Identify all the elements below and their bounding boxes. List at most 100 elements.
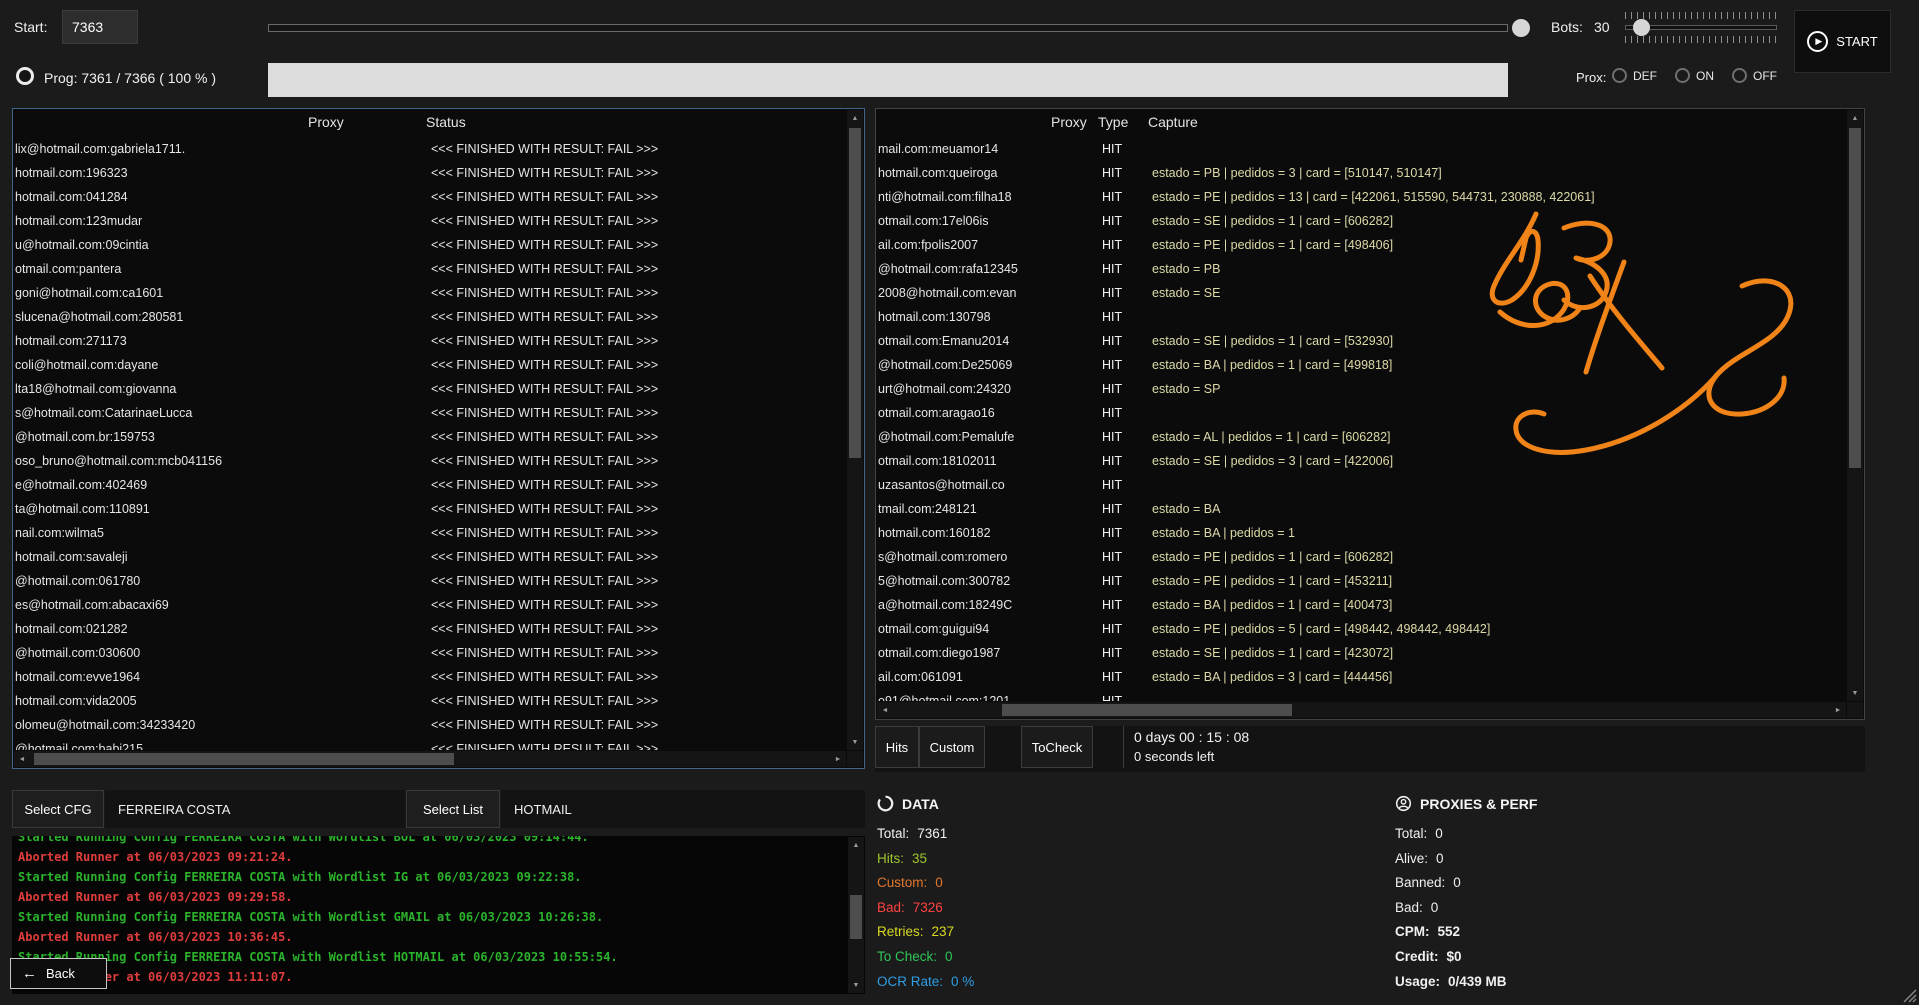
fail-row[interactable]: hotmail.com:123mudar <<< FINISHED WITH R…	[15, 209, 846, 233]
scroll-up-icon[interactable]: ▲	[847, 110, 863, 126]
scrollbar-thumb[interactable]	[850, 895, 862, 939]
hit-row[interactable]: uzasantos@hotmail.co HIT	[878, 473, 1846, 497]
hit-row[interactable]: otmail.com:aragao16 HIT	[878, 401, 1846, 425]
scroll-down-icon[interactable]: ▼	[1847, 685, 1863, 701]
scroll-down-icon[interactable]: ▼	[847, 734, 863, 750]
proxy-mode-off[interactable]: OFF	[1732, 68, 1777, 83]
column-header-proxy[interactable]: Proxy	[1051, 114, 1087, 130]
hit-row[interactable]: 2008@hotmail.com:evan HIT estado = SE	[878, 281, 1846, 305]
fail-row[interactable]: nail.com:wilma5 <<< FINISHED WITH RESULT…	[15, 521, 846, 545]
hit-row[interactable]: @hotmail.com:rafa12345 HIT estado = PB	[878, 257, 1846, 281]
scrollbar-thumb[interactable]	[34, 753, 454, 765]
back-button[interactable]: ← Back	[10, 958, 107, 989]
hit-row[interactable]: ail.com:061091 HIT estado = BA | pedidos…	[878, 665, 1846, 689]
fail-row[interactable]: goni@hotmail.com:ca1601 <<< FINISHED WIT…	[15, 281, 846, 305]
fail-row[interactable]: lix@hotmail.com:gabriela1711. <<< FINISH…	[15, 137, 846, 161]
column-header-capture[interactable]: Capture	[1148, 114, 1198, 130]
fail-row[interactable]: @hotmail.com:babi215 <<< FINISHED WITH R…	[15, 737, 846, 750]
hit-row[interactable]: ail.com:fpolis2007 HIT estado = PE | ped…	[878, 233, 1846, 257]
hit-list-vertical-scrollbar[interactable]: ▲ ▼	[1847, 110, 1863, 701]
fail-row[interactable]: olomeu@hotmail.com:34233420 <<< FINISHED…	[15, 713, 846, 737]
fail-row[interactable]: e@hotmail.com:402469 <<< FINISHED WITH R…	[15, 473, 846, 497]
fail-list-vertical-scrollbar[interactable]: ▲ ▼	[847, 110, 863, 750]
hit-row[interactable]: nti@hotmail.com:filha18 HIT estado = PE …	[878, 185, 1846, 209]
stat-value: 237	[932, 920, 955, 945]
select-cfg-button[interactable]: Select CFG	[12, 790, 104, 828]
hit-row[interactable]: o91@hotmail.com:1201 HIT	[878, 689, 1846, 701]
hit-row[interactable]: otmail.com:Emanu2014 HIT estado = SE | p…	[878, 329, 1846, 353]
progress-slider-thumb[interactable]	[1512, 19, 1530, 37]
hit-row[interactable]: hotmail.com:130798 HIT	[878, 305, 1846, 329]
bots-slider[interactable]	[1625, 12, 1777, 43]
scrollbar-thumb[interactable]	[1002, 704, 1292, 716]
radio-icon[interactable]	[1612, 68, 1627, 83]
radio-icon[interactable]	[1675, 68, 1690, 83]
column-header-status[interactable]: Status	[426, 114, 466, 130]
resize-grip[interactable]	[1902, 988, 1917, 1003]
fail-row[interactable]: hotmail.com:vida2005 <<< FINISHED WITH R…	[15, 689, 846, 713]
status-text: <<< FINISHED WITH RESULT: FAIL >>>	[431, 137, 846, 161]
fail-row[interactable]: oso_bruno@hotmail.com:mcb041156 <<< FINI…	[15, 449, 846, 473]
hit-row[interactable]: otmail.com:18102011 HIT estado = SE | pe…	[878, 449, 1846, 473]
hit-row[interactable]: s@hotmail.com:romero HIT estado = PE | p…	[878, 545, 1846, 569]
fail-row[interactable]: ta@hotmail.com:110891 <<< FINISHED WITH …	[15, 497, 846, 521]
scroll-right-icon[interactable]: ►	[1830, 702, 1846, 718]
scroll-up-icon[interactable]: ▲	[848, 837, 864, 853]
hit-row[interactable]: tmail.com:248121 HIT estado = BA	[878, 497, 1846, 521]
tab-tocheck[interactable]: ToCheck	[1021, 726, 1093, 768]
fail-row[interactable]: hotmail.com:savaleji <<< FINISHED WITH R…	[15, 545, 846, 569]
hit-row[interactable]: @hotmail.com:Pemalufe HIT estado = AL | …	[878, 425, 1846, 449]
hit-list-horizontal-scrollbar[interactable]: ◄ ►	[877, 702, 1846, 718]
fail-row[interactable]: hotmail.com:evve1964 <<< FINISHED WITH R…	[15, 665, 846, 689]
fail-row[interactable]: es@hotmail.com:abacaxi69 <<< FINISHED WI…	[15, 593, 846, 617]
start-button[interactable]: ▶ START	[1794, 10, 1891, 73]
fail-row[interactable]: hotmail.com:196323 <<< FINISHED WITH RES…	[15, 161, 846, 185]
fail-row[interactable]: u@hotmail.com:09cintia <<< FINISHED WITH…	[15, 233, 846, 257]
stat-label: Total:	[877, 822, 909, 847]
result-type: HIT	[1080, 449, 1152, 473]
hit-row[interactable]: a@hotmail.com:18249C HIT estado = BA | p…	[878, 593, 1846, 617]
hit-row[interactable]: otmail.com:guigui94 HIT estado = PE | pe…	[878, 617, 1846, 641]
combo-text: ail.com:061091	[878, 665, 1080, 689]
fail-row[interactable]: @hotmail.com:061780 <<< FINISHED WITH RE…	[15, 569, 846, 593]
hit-row[interactable]: hotmail.com:160182 HIT estado = BA | ped…	[878, 521, 1846, 545]
progress-slider-track[interactable]	[268, 24, 1508, 32]
radio-icon[interactable]	[1732, 68, 1747, 83]
hit-row[interactable]: urt@hotmail.com:24320 HIT estado = SP	[878, 377, 1846, 401]
log-vertical-scrollbar[interactable]: ▲ ▼	[848, 837, 864, 993]
proxy-mode-on[interactable]: ON	[1675, 68, 1714, 83]
fail-row[interactable]: @hotmail.com:030600 <<< FINISHED WITH RE…	[15, 641, 846, 665]
start-input[interactable]	[62, 10, 138, 44]
fail-row[interactable]: otmail.com:pantera <<< FINISHED WITH RES…	[15, 257, 846, 281]
progress-radio-icon[interactable]	[16, 67, 34, 85]
hit-row[interactable]: mail.com:meuamor14 HIT	[878, 137, 1846, 161]
hit-row[interactable]: @hotmail.com:De25069 HIT estado = BA | p…	[878, 353, 1846, 377]
scroll-left-icon[interactable]: ◄	[14, 751, 30, 767]
column-header-proxy[interactable]: Proxy	[308, 114, 344, 130]
scroll-left-icon[interactable]: ◄	[877, 702, 893, 718]
scroll-down-icon[interactable]: ▼	[848, 977, 864, 993]
fail-row[interactable]: s@hotmail.com:CatarinaeLucca <<< FINISHE…	[15, 401, 846, 425]
fail-row[interactable]: @hotmail.com.br:159753 <<< FINISHED WITH…	[15, 425, 846, 449]
fail-row[interactable]: hotmail.com:271173 <<< FINISHED WITH RES…	[15, 329, 846, 353]
hit-row[interactable]: 5@hotmail.com:300782 HIT estado = PE | p…	[878, 569, 1846, 593]
fail-row[interactable]: hotmail.com:041284 <<< FINISHED WITH RES…	[15, 185, 846, 209]
hit-row[interactable]: otmail.com:diego1987 HIT estado = SE | p…	[878, 641, 1846, 665]
fail-row[interactable]: coli@hotmail.com:dayane <<< FINISHED WIT…	[15, 353, 846, 377]
fail-list-horizontal-scrollbar[interactable]: ◄ ►	[14, 751, 846, 767]
scroll-up-icon[interactable]: ▲	[1847, 110, 1863, 126]
bots-slider-thumb[interactable]	[1633, 19, 1650, 36]
tab-hits[interactable]: Hits	[875, 726, 919, 768]
hit-row[interactable]: otmail.com:17el06is HIT estado = SE | pe…	[878, 209, 1846, 233]
column-header-type[interactable]: Type	[1098, 114, 1128, 130]
fail-row[interactable]: hotmail.com:021282 <<< FINISHED WITH RES…	[15, 617, 846, 641]
proxy-mode-def[interactable]: DEF	[1612, 68, 1657, 83]
hit-row[interactable]: hotmail.com:queiroga HIT estado = PB | p…	[878, 161, 1846, 185]
select-list-button[interactable]: Select List	[406, 790, 500, 828]
scrollbar-thumb[interactable]	[849, 128, 861, 458]
scrollbar-thumb[interactable]	[1849, 128, 1861, 468]
scroll-right-icon[interactable]: ►	[830, 751, 846, 767]
fail-row[interactable]: slucena@hotmail.com:280581 <<< FINISHED …	[15, 305, 846, 329]
tab-custom[interactable]: Custom	[919, 726, 985, 768]
fail-row[interactable]: lta18@hotmail.com:giovanna <<< FINISHED …	[15, 377, 846, 401]
